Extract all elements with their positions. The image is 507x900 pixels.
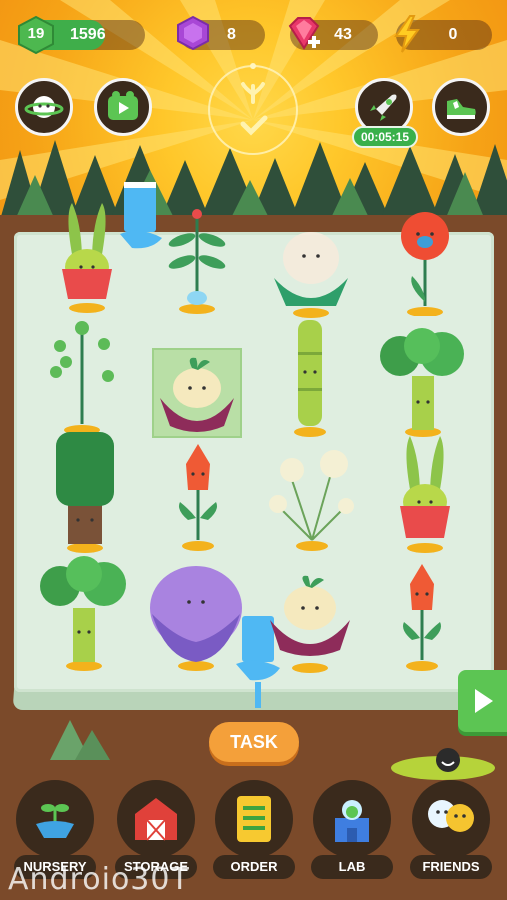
order-list-icon: [237, 796, 271, 842]
purple-turnip-plant-2[interactable]: [264, 568, 356, 674]
hedge-tree-plant[interactable]: [50, 428, 120, 553]
fire-lily-plant-2[interactable]: [392, 560, 452, 672]
lab-flask-icon: [335, 800, 369, 842]
bamboo-plant[interactable]: [282, 316, 338, 438]
sprout-pot-icon: [36, 804, 74, 838]
level-value: 19: [27, 25, 45, 42]
rocket-icon: [370, 94, 397, 121]
ruby-plus-icon: [288, 17, 320, 50]
nav-order-label: ORDER: [213, 855, 295, 879]
gems-counter[interactable]: 8: [177, 15, 265, 51]
hearts-counter[interactable]: 43: [288, 17, 378, 50]
white-flower-plant[interactable]: [266, 218, 356, 318]
video-icon: [108, 91, 138, 120]
barn-icon: [135, 798, 177, 841]
purple-turnip-plant[interactable]: [152, 348, 242, 438]
bunny-plant-2[interactable]: [390, 430, 460, 555]
dandelion-plant[interactable]: [262, 440, 362, 552]
sneaker-button[interactable]: [432, 78, 490, 136]
video-ad-button[interactable]: [94, 78, 152, 136]
friends-icon: [428, 800, 474, 832]
nav-order[interactable]: ORDER: [213, 780, 295, 880]
red-bulb-plant[interactable]: [390, 206, 460, 316]
green-monster-decoration: [391, 748, 495, 780]
rocket-timer: 00:05:15: [352, 126, 418, 148]
nav-friends-label: FRIENDS: [410, 855, 492, 879]
lightning-icon: [394, 15, 420, 53]
watermark: Androio30T: [8, 862, 190, 897]
sneaker-icon: [447, 99, 476, 119]
level-badge: 19: [16, 15, 56, 55]
sprout-progress-ring: [208, 63, 298, 155]
play-arrow-icon: [474, 689, 493, 713]
rocks-decoration: [50, 720, 110, 760]
planet-button[interactable]: [15, 78, 73, 136]
task-button[interactable]: TASK: [209, 722, 299, 762]
broccoli-plant-2[interactable]: [38, 552, 130, 672]
xp-value: 1596: [70, 26, 106, 43]
next-page-button[interactable]: [458, 670, 507, 732]
nav-lab[interactable]: LAB: [311, 780, 393, 880]
leafy-sprout-plant[interactable]: [162, 200, 232, 315]
fire-lily-plant[interactable]: [168, 440, 228, 552]
energy-counter[interactable]: 0: [394, 15, 492, 53]
nav-lab-label: LAB: [311, 855, 393, 879]
broccoli-plant[interactable]: [378, 326, 468, 438]
nav-friends[interactable]: FRIENDS: [410, 780, 492, 880]
berry-tree-plant[interactable]: [42, 318, 122, 436]
planet-icon: [24, 96, 64, 118]
gem-icon: [177, 15, 209, 51]
